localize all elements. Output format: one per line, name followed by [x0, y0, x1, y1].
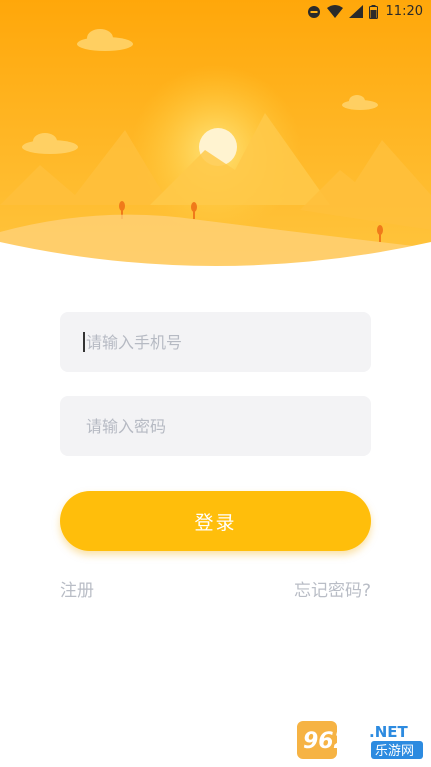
svg-text:962: 962	[303, 729, 349, 754]
svg-text:.NET: .NET	[369, 723, 408, 741]
phone-field[interactable]	[60, 312, 371, 372]
password-field[interactable]	[60, 396, 371, 456]
password-input[interactable]	[84, 415, 358, 437]
do-not-disturb-icon	[307, 5, 321, 19]
login-button[interactable]: 登录	[60, 491, 371, 551]
hero-landscape-illustration	[0, 0, 431, 275]
register-link[interactable]: 注册	[60, 576, 94, 601]
status-icons: 11:20	[307, 4, 423, 19]
962-logo-watermark: 962 .NET 乐游网	[297, 721, 423, 759]
signal-icon	[348, 5, 363, 18]
wifi-icon	[326, 5, 343, 18]
text-caret	[83, 332, 85, 352]
svg-text:乐游网: 乐游网	[375, 744, 414, 759]
battery-icon	[368, 4, 378, 19]
status-bar: 11:20	[0, 0, 431, 24]
forgot-password-link[interactable]: 忘记密码?	[294, 576, 371, 601]
phone-input[interactable]	[84, 331, 358, 353]
status-time: 11:20	[385, 4, 423, 19]
login-form	[60, 312, 371, 456]
